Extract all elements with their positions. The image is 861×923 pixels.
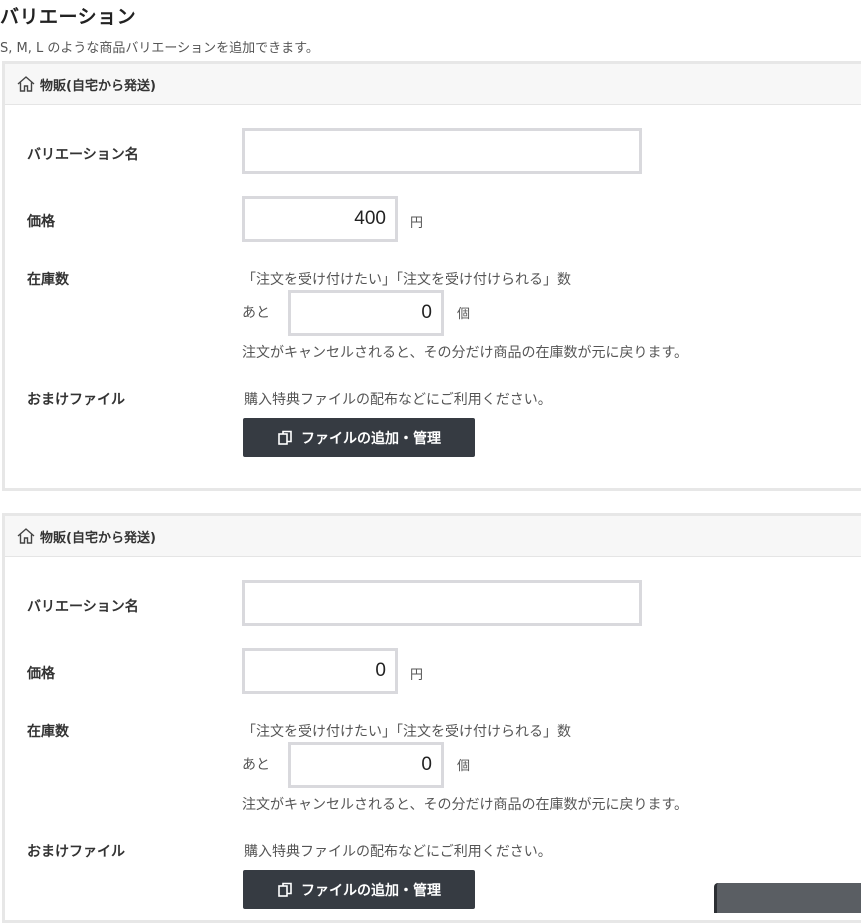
price-label: 価格 — [27, 666, 55, 682]
variation-name-label: バリエーション名 — [27, 147, 139, 163]
stock-unit: 個 — [457, 307, 471, 322]
bonus-file-label: おまけファイル — [27, 844, 125, 860]
price-label: 価格 — [27, 214, 55, 230]
bonus-file-label: おまけファイル — [27, 392, 125, 408]
stock-note: 「注文を受け付けたい」「注文を受け付けられる」数 — [242, 724, 571, 740]
stock-input[interactable]: 0 — [288, 290, 444, 336]
variation-card: 物販(自宅から発送) バリエーション名 価格 0 円 在庫数 「注文を受け付けた… — [2, 513, 861, 923]
add-file-button-label: ファイルの追加・管理 — [301, 882, 441, 899]
stock-prefix: あと — [242, 757, 270, 773]
price-input[interactable]: 0 — [242, 648, 398, 694]
add-file-button[interactable]: ファイルの追加・管理 — [243, 870, 475, 909]
card-header: 物販(自宅から発送) — [5, 64, 861, 105]
stock-footnote: 注文がキャンセルされると、その分だけ商品の在庫数が元に戻ります。 — [242, 797, 689, 813]
stock-label: 在庫数 — [27, 272, 69, 288]
page-subtitle: S, M, L のような商品バリエーションを追加できます。 — [0, 41, 319, 56]
card-title: 物販(自宅から発送) — [40, 78, 156, 94]
bonus-file-note: 購入特典ファイルの配布などにご利用ください。 — [244, 392, 552, 408]
stock-label: 在庫数 — [27, 724, 69, 740]
stock-note: 「注文を受け付けたい」「注文を受け付けられる」数 — [242, 272, 571, 288]
bonus-file-note: 購入特典ファイルの配布などにご利用ください。 — [244, 844, 552, 860]
card-header: 物販(自宅から発送) — [5, 516, 861, 557]
stock-input[interactable]: 0 — [288, 742, 444, 788]
variation-card: 物販(自宅から発送) バリエーション名 価格 400 円 在庫数 「注文を受け付… — [2, 61, 861, 491]
variation-name-input[interactable] — [242, 128, 642, 174]
copy-icon — [277, 882, 293, 898]
price-input[interactable]: 400 — [242, 196, 398, 242]
price-unit: 円 — [410, 216, 424, 231]
variation-name-input[interactable] — [242, 580, 642, 626]
add-file-button[interactable]: ファイルの追加・管理 — [243, 418, 475, 457]
stock-unit: 個 — [457, 759, 471, 774]
stock-prefix: あと — [242, 305, 270, 321]
home-icon — [16, 527, 36, 545]
copy-icon — [277, 430, 293, 446]
card-title: 物販(自宅から発送) — [40, 530, 156, 546]
add-file-button-label: ファイルの追加・管理 — [301, 430, 441, 447]
variation-name-label: バリエーション名 — [27, 599, 139, 615]
home-icon — [16, 75, 36, 93]
page-title: バリエーション — [0, 6, 137, 28]
price-unit: 円 — [410, 668, 424, 683]
stock-footnote: 注文がキャンセルされると、その分だけ商品の在庫数が元に戻ります。 — [242, 345, 689, 361]
